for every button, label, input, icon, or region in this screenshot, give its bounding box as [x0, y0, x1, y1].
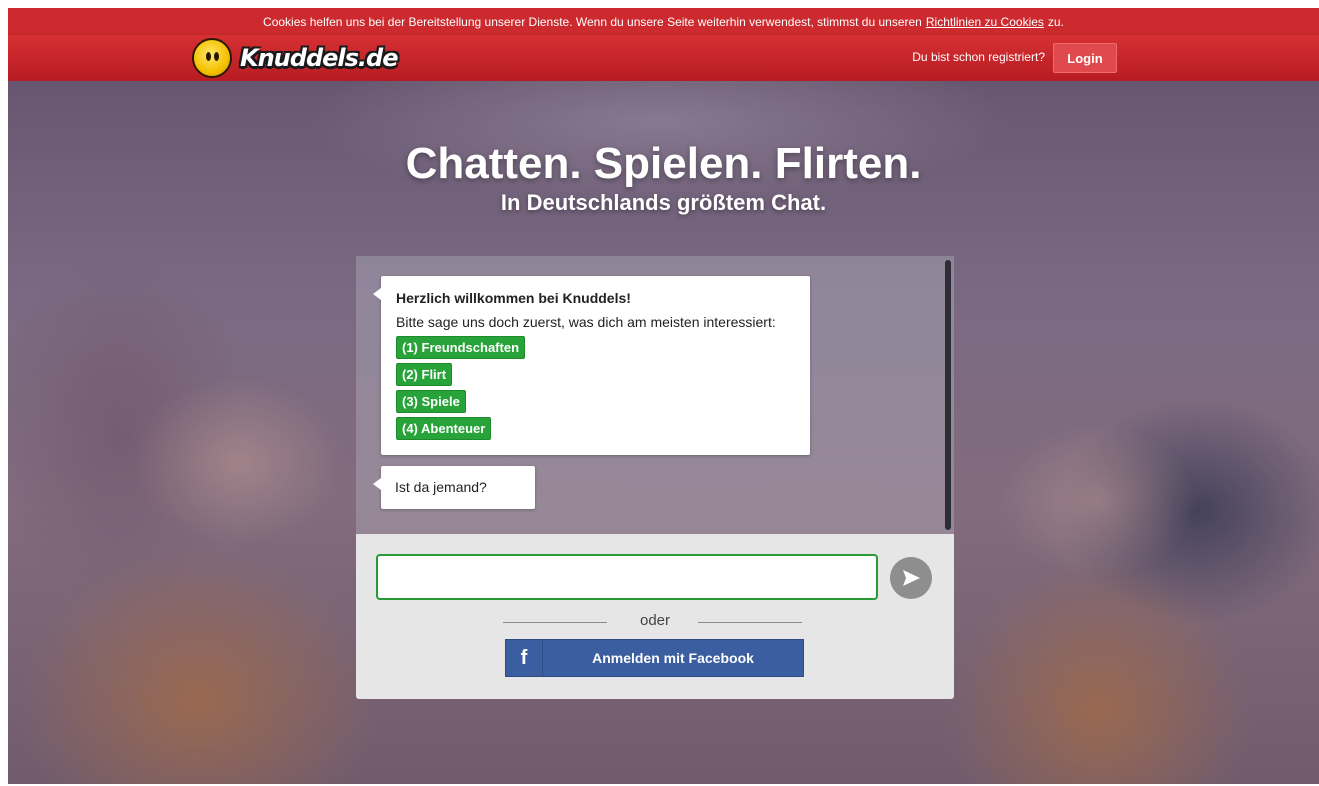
- knuddel-face-icon: [192, 38, 232, 78]
- page-frame: Cookies helfen uns bei der Bereitstellun…: [8, 8, 1319, 784]
- option-adventure[interactable]: (4) Abenteuer: [396, 417, 492, 440]
- facebook-login-label: Anmelden mit Facebook: [592, 650, 754, 666]
- chat-input-area: oder f Anmelden mit Facebook: [356, 534, 954, 699]
- facebook-login-button[interactable]: f Anmelden mit Facebook: [505, 639, 804, 677]
- subheadline: In Deutschlands größtem Chat.: [500, 190, 827, 215]
- welcome-title: Herzlich willkommen bei Knuddels!: [396, 290, 631, 306]
- welcome-text: Bitte sage uns doch zuerst, was dich am …: [396, 314, 776, 330]
- top-header: Knuddels.de Du bist schon registriert? L…: [8, 35, 1319, 81]
- divider-right: [698, 622, 802, 623]
- chat-panel: Herzlich willkommen bei Knuddels! Bitte …: [356, 256, 954, 699]
- send-button[interactable]: [890, 557, 932, 599]
- message-input[interactable]: [376, 554, 878, 600]
- welcome-message: Herzlich willkommen bei Knuddels! Bitte …: [373, 276, 810, 455]
- cookie-notice: Cookies helfen uns bei der Bereitstellun…: [8, 8, 1319, 35]
- logo-text: Knuddels.de: [240, 44, 398, 72]
- already-registered-text: Du bist schon registriert?: [912, 50, 1045, 64]
- headline: Chatten. Spielen. Flirten.: [405, 139, 922, 188]
- send-arrow-icon: [903, 570, 920, 586]
- cookie-notice-text: Cookies helfen uns bei der Bereitstellun…: [263, 14, 922, 29]
- cookie-policy-link[interactable]: Richtlinien zu Cookies: [926, 15, 1044, 29]
- login-button[interactable]: Login: [1053, 43, 1117, 73]
- or-text: oder: [639, 612, 671, 629]
- hero-background: Chatten. Spielen. Flirten. In Deutschlan…: [8, 81, 1319, 784]
- option-friendships[interactable]: (1) Freundschaften: [396, 336, 526, 359]
- cookie-notice-tail: zu.: [1047, 14, 1064, 29]
- facebook-icon: f: [506, 640, 543, 676]
- option-flirt[interactable]: (2) Flirt: [396, 363, 453, 386]
- option-games[interactable]: (3) Spiele: [396, 390, 466, 413]
- knuddels-logo[interactable]: Knuddels.de: [192, 37, 398, 79]
- chat-scrollbar[interactable]: [945, 260, 951, 530]
- chat-messages: Herzlich willkommen bei Knuddels! Bitte …: [356, 256, 954, 534]
- question-message: Ist da jemand?: [373, 466, 535, 509]
